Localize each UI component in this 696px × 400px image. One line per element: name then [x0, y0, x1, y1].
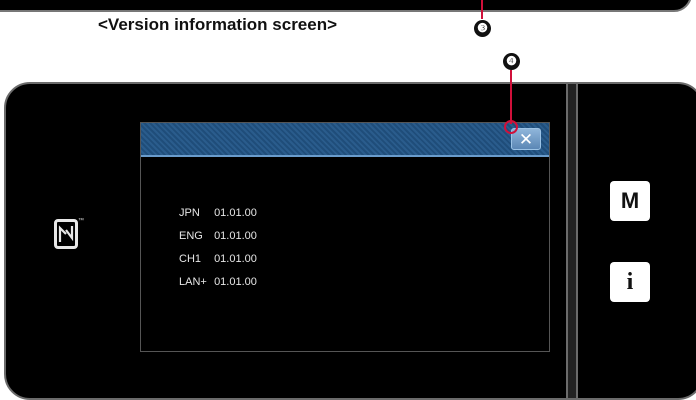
version-label: LAN+ — [179, 276, 207, 288]
dialog-title-bar: ✕ — [141, 123, 549, 157]
callout-3-leader-line — [481, 0, 483, 19]
callout-3-marker: ❸ — [474, 20, 491, 37]
version-row-jpn: JPN 01.01.00 — [179, 207, 257, 230]
device-panel: ™ ✕ JPN 01.01.00 ENG 01.01.00 CH1 01.01.… — [4, 82, 696, 400]
version-value: 01.01.00 — [214, 207, 257, 219]
version-info-dialog: ✕ JPN 01.01.00 ENG 01.01.00 CH1 01.01.00… — [140, 122, 550, 352]
version-list: JPN 01.01.00 ENG 01.01.00 CH1 01.01.00 L… — [179, 207, 257, 299]
version-row-lan: LAN+ 01.01.00 — [179, 276, 257, 299]
callout-4-leader-line — [510, 70, 512, 124]
close-icon: ✕ — [518, 130, 534, 149]
version-label: ENG — [179, 230, 203, 242]
callout-4-target-circle — [504, 120, 518, 134]
version-value: 01.01.00 — [214, 230, 257, 242]
nfc-icon — [54, 219, 78, 249]
version-value: 01.01.00 — [214, 253, 257, 265]
version-value: 01.01.00 — [214, 276, 257, 288]
info-button[interactable]: i — [610, 262, 650, 302]
nfc-trademark: ™ — [78, 218, 84, 224]
menu-button[interactable]: M — [610, 181, 650, 221]
callout-4-marker: ❹ — [503, 53, 520, 70]
previous-panel-edge — [0, 0, 692, 12]
version-label: CH1 — [179, 253, 202, 265]
version-row-ch1: CH1 01.01.00 — [179, 253, 257, 276]
panel-divider — [566, 84, 578, 398]
version-label: JPN — [179, 207, 200, 219]
version-row-eng: ENG 01.01.00 — [179, 230, 257, 253]
screen-caption: <Version information screen> — [98, 15, 338, 34]
